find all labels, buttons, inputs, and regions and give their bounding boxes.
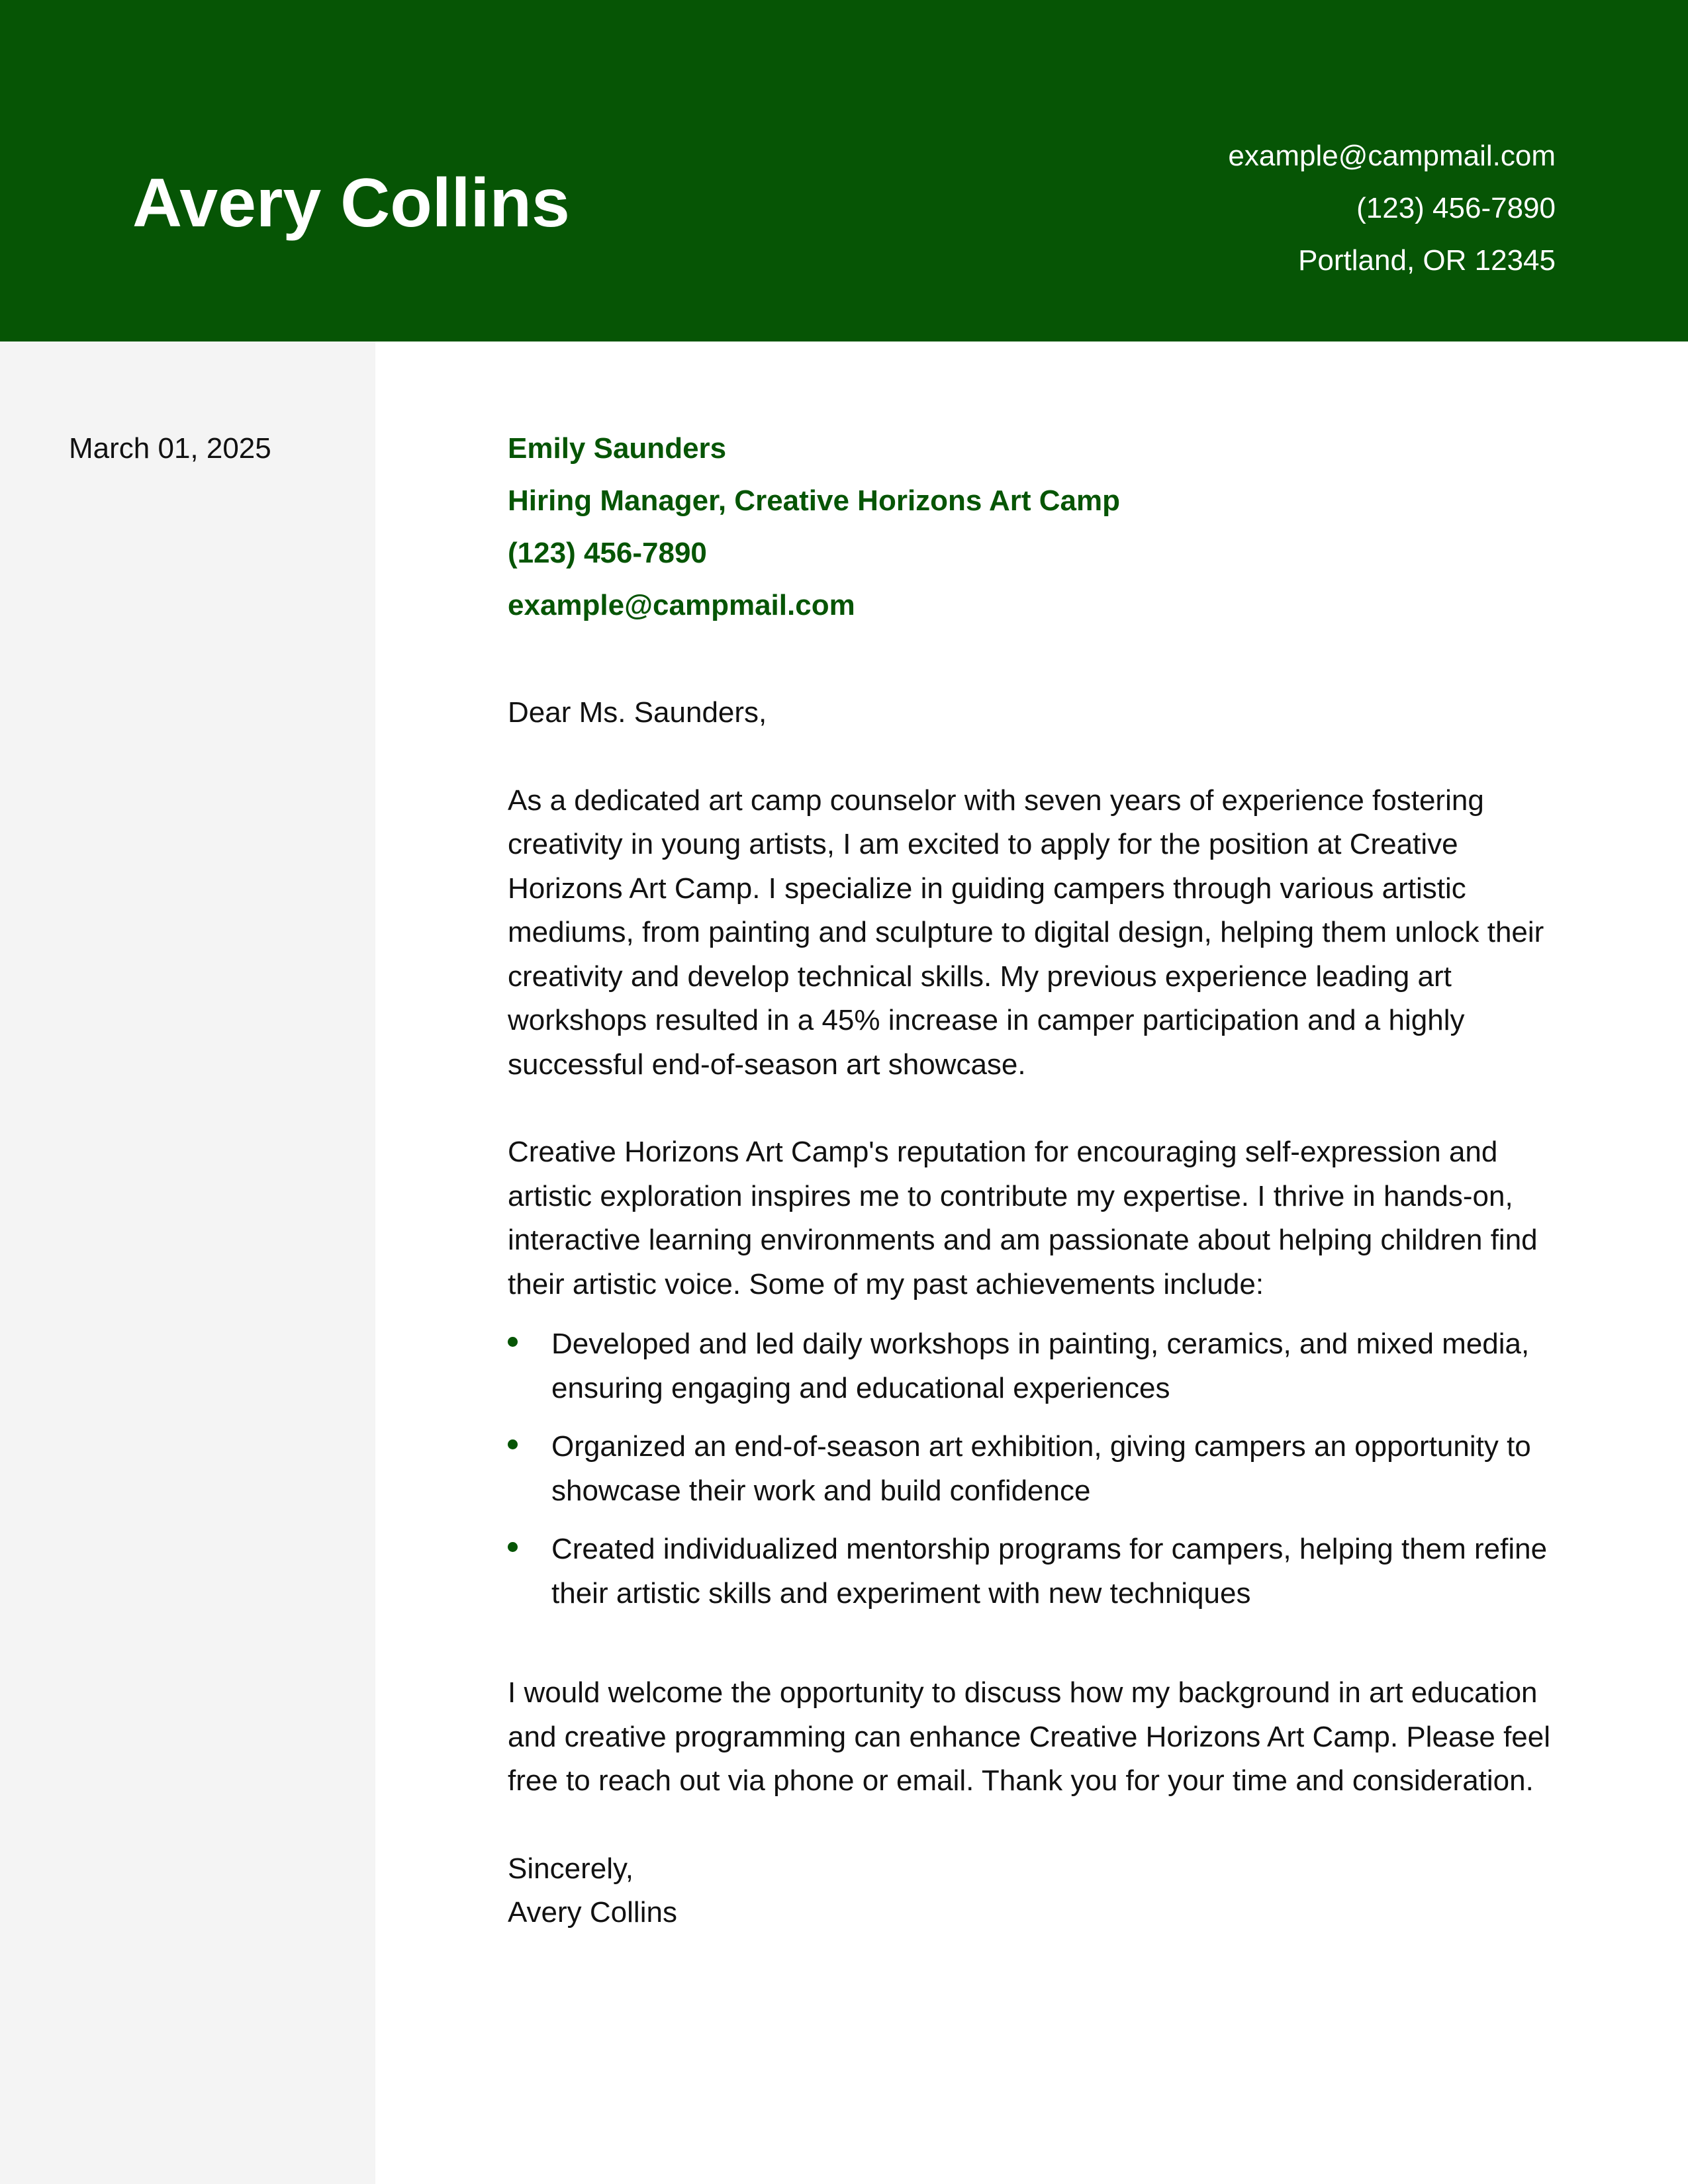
bullet-icon: [508, 1542, 518, 1552]
sender-email: example@campmail.com: [1228, 140, 1556, 172]
closing-phrase: Sincerely,: [508, 1852, 633, 1885]
bullet-icon: [508, 1439, 518, 1449]
greeting: Dear Ms. Saunders,: [508, 696, 767, 729]
recipient-title: Hiring Manager, Creative Horizons Art Ca…: [508, 484, 1121, 517]
signoff: Sincerely, Avery Collins: [508, 1847, 1556, 1935]
sender-location: Portland, OR 12345: [1298, 244, 1556, 277]
achievement-text: Created individualized mentorship progra…: [551, 1533, 1548, 1610]
recipient-phone: (123) 456-7890: [508, 537, 707, 569]
letter-body: Emily Saunders Hiring Manager, Creative …: [508, 429, 1556, 1935]
header-banner: Avery Collins example@campmail.com (123)…: [0, 0, 1688, 341]
achievement-text: Organized an end-of-season art exhibitio…: [551, 1430, 1531, 1507]
paragraph-interest: Creative Horizons Art Camp's reputation …: [508, 1136, 1538, 1300]
recipient-name: Emily Saunders: [508, 432, 727, 465]
achievements-list: Developed and led daily workshops in pai…: [508, 1322, 1556, 1615]
signature-name: Avery Collins: [508, 1896, 677, 1929]
recipient-block: Emily Saunders Hiring Manager, Creative …: [508, 422, 1556, 631]
paragraph-closing: I would welcome the opportunity to discu…: [508, 1676, 1551, 1797]
sender-contact: example@campmail.com (123) 456-7890 Port…: [1228, 130, 1556, 287]
recipient-email: example@campmail.com: [508, 589, 855, 621]
sender-phone: (123) 456-7890: [1356, 192, 1556, 224]
bullet-icon: [508, 1337, 518, 1347]
paragraph-intro: As a dedicated art camp counselor with s…: [508, 784, 1544, 1081]
list-item: Developed and led daily workshops in pai…: [508, 1322, 1556, 1410]
achievement-text: Developed and led daily workshops in pai…: [551, 1328, 1530, 1404]
list-item: Organized an end-of-season art exhibitio…: [508, 1425, 1556, 1513]
letter-date: March 01, 2025: [69, 432, 271, 465]
list-item: Created individualized mentorship progra…: [508, 1527, 1556, 1615]
sidebar: [0, 341, 375, 2184]
sender-name: Avery Collins: [132, 165, 570, 242]
